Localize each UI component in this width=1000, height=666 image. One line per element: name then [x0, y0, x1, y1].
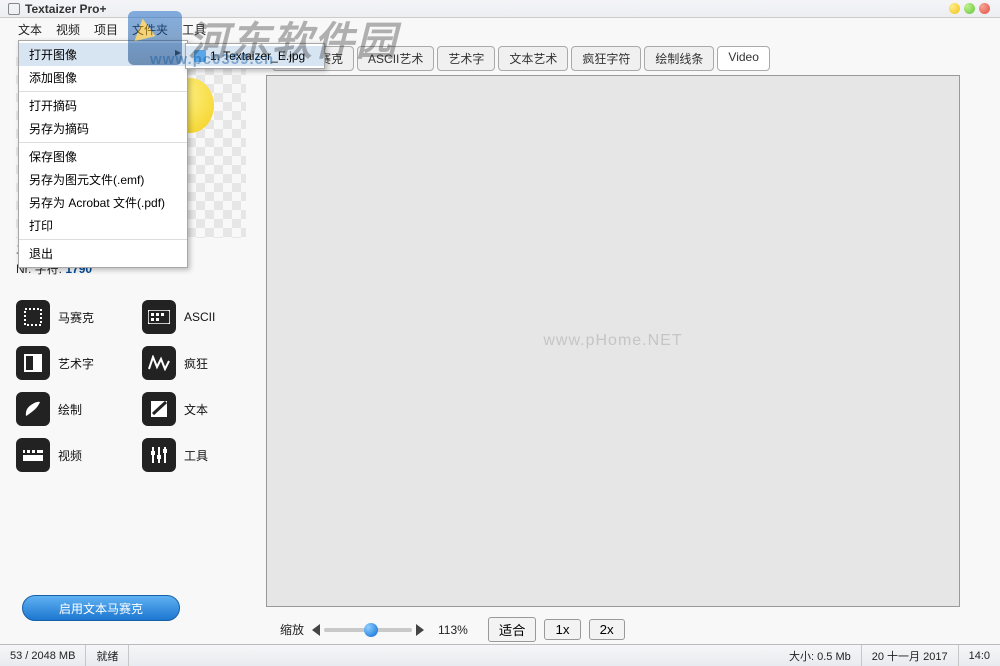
- mode-buttons-grid: 马赛克 ASCII 艺术字 疯狂绘制 文本视频 工具: [16, 300, 244, 472]
- tab-1[interactable]: ASCII艺术: [357, 46, 434, 71]
- status-size: 大小: 0.5 Mb: [779, 645, 862, 666]
- menu-tools[interactable]: 工具: [182, 21, 206, 38]
- tools-icon: [142, 438, 176, 472]
- window-controls: [949, 3, 990, 14]
- menu-item[interactable]: 打开图像: [19, 43, 187, 66]
- app-title: Textaizer Pro+: [25, 2, 106, 16]
- zoom-fit-button[interactable]: 适合: [488, 617, 537, 642]
- file-menu-dropdown: 打开图像添加图像打开摘码另存为摘码保存图像另存为图元文件(.emf)另存为 Ac…: [18, 40, 188, 268]
- right-panel: 文本马赛克ASCII艺术艺术字文本艺术疯狂字符绘制线条Video www.pHo…: [260, 40, 1000, 640]
- mode-button-label: 工具: [184, 447, 208, 464]
- art-icon: [16, 346, 50, 380]
- tabs: 文本马赛克ASCII艺术艺术字文本艺术疯狂字符绘制线条Video: [272, 46, 984, 71]
- enable-mosaic-button[interactable]: 启用文本马赛克: [22, 595, 180, 621]
- tab-2[interactable]: 艺术字: [437, 46, 495, 71]
- status-date: 20 十一月 2017: [862, 645, 959, 666]
- zoom-value: 113%: [438, 623, 468, 637]
- mosaic-icon: [16, 300, 50, 334]
- image-icon: [194, 50, 206, 62]
- titlebar: Textaizer Pro+: [0, 0, 1000, 18]
- menu-project[interactable]: 项目: [94, 21, 118, 38]
- mode-button-video[interactable]: 视频: [16, 438, 118, 472]
- close-button[interactable]: [979, 3, 990, 14]
- mode-button-label: 马赛克: [58, 309, 94, 326]
- zoom-out-icon[interactable]: [312, 624, 320, 636]
- zoom-slider[interactable]: [324, 628, 412, 632]
- mode-button-label: 艺术字: [58, 355, 94, 372]
- menu-item[interactable]: 退出: [19, 242, 187, 265]
- zoom-label: 缩放: [280, 621, 304, 638]
- menu-item[interactable]: 另存为摘码: [19, 117, 187, 140]
- menu-text[interactable]: 文本: [18, 21, 42, 38]
- zoom-in-icon[interactable]: [416, 624, 424, 636]
- video-icon: [16, 438, 50, 472]
- recent-files-submenu: 1. Textaizer_E.jpg: [185, 43, 325, 69]
- zoom-controls: 缩放 113% 适合 1x 2x: [266, 617, 984, 642]
- menu-item[interactable]: 另存为 Acrobat 文件(.pdf): [19, 191, 187, 214]
- mode-button-art[interactable]: 艺术字: [16, 346, 118, 380]
- zoom-slider-thumb[interactable]: [364, 623, 378, 637]
- menu-folder[interactable]: 文件夹: [132, 21, 168, 38]
- canvas-watermark: www.pHome.NET: [543, 332, 682, 350]
- status-bar: 53 / 2048 MB 就绪 大小: 0.5 Mb 20 十一月 2017 1…: [0, 644, 1000, 666]
- tab-4[interactable]: 疯狂字符: [571, 46, 641, 71]
- mode-button-label: ASCII: [184, 310, 215, 324]
- menu-item[interactable]: 打开摘码: [19, 94, 187, 117]
- mode-button-text[interactable]: 文本: [142, 392, 244, 426]
- tab-6[interactable]: Video: [717, 46, 769, 71]
- menubar: 文本 视频 项目 文件夹 工具: [0, 18, 1000, 40]
- recent-file-item[interactable]: 1. Textaizer_E.jpg: [186, 46, 324, 66]
- mode-button-crazy[interactable]: 疯狂: [142, 346, 244, 380]
- menu-item[interactable]: 另存为图元文件(.emf): [19, 168, 187, 191]
- status-state: 就绪: [86, 645, 129, 666]
- status-memory: 53 / 2048 MB: [0, 645, 86, 666]
- mode-button-draw[interactable]: 绘制: [16, 392, 118, 426]
- mode-button-label: 文本: [184, 401, 208, 418]
- mode-button-label: 视频: [58, 447, 82, 464]
- mode-button-ascii[interactable]: ASCII: [142, 300, 244, 334]
- text-icon: [142, 392, 176, 426]
- mode-button-mosaic[interactable]: 马赛克: [16, 300, 118, 334]
- tab-5[interactable]: 绘制线条: [644, 46, 714, 71]
- menu-item[interactable]: 打印: [19, 214, 187, 237]
- maximize-button[interactable]: [964, 3, 975, 14]
- tab-3[interactable]: 文本艺术: [498, 46, 568, 71]
- mode-button-tools[interactable]: 工具: [142, 438, 244, 472]
- app-icon: [8, 3, 20, 15]
- zoom-2x-button[interactable]: 2x: [589, 619, 625, 640]
- crazy-icon: [142, 346, 176, 380]
- recent-file-label: 1. Textaizer_E.jpg: [210, 49, 305, 63]
- menu-item[interactable]: 保存图像: [19, 145, 187, 168]
- mode-button-label: 绘制: [58, 401, 82, 418]
- menu-video[interactable]: 视频: [56, 21, 80, 38]
- minimize-button[interactable]: [949, 3, 960, 14]
- canvas-area: www.pHome.NET: [266, 75, 960, 607]
- zoom-1x-button[interactable]: 1x: [544, 619, 580, 640]
- menu-item[interactable]: 添加图像: [19, 66, 187, 89]
- enable-mosaic-label: 启用文本马赛克: [59, 600, 143, 617]
- draw-icon: [16, 392, 50, 426]
- status-time: 14:0: [959, 645, 1000, 666]
- mode-button-label: 疯狂: [184, 355, 208, 372]
- ascii-icon: [142, 300, 176, 334]
